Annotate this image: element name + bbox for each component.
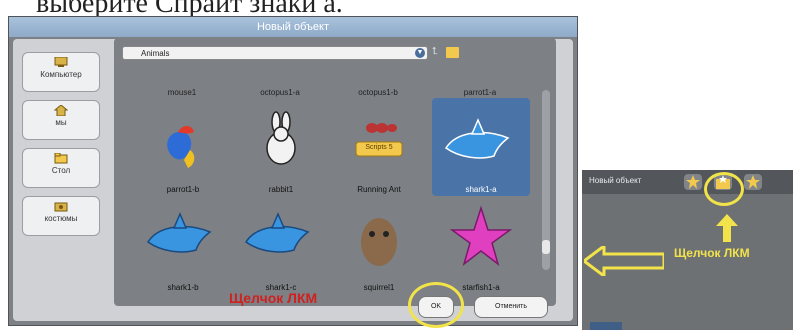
list-item-name: parrot1-b xyxy=(166,185,200,194)
list-item-label: octopus1-a xyxy=(260,88,300,97)
list-item[interactable]: squirrel1 xyxy=(330,196,428,294)
highlight-circle xyxy=(704,172,744,206)
shark-icon xyxy=(146,212,212,253)
list-item[interactable]: rabbit1 xyxy=(232,98,330,196)
cancel-button[interactable]: Отменить xyxy=(474,296,548,318)
computer-icon xyxy=(54,57,68,67)
home-icon xyxy=(54,105,68,116)
dialog-title: Новый объект xyxy=(9,17,577,37)
click-annotation-right: Щелчок ЛКМ xyxy=(674,246,750,260)
folder-select-value: Animals xyxy=(141,49,170,58)
list-item[interactable]: starfish1-a xyxy=(432,196,530,294)
list-item-name: rabbit1 xyxy=(268,185,294,194)
shark-icon xyxy=(244,212,310,253)
list-item-label: parrot1-a xyxy=(463,88,497,97)
list-item-name: shark1-a xyxy=(465,185,497,194)
list-item[interactable]: shark1-c xyxy=(232,196,330,294)
sidebar-item-label: костюмы xyxy=(44,214,78,223)
list-item[interactable]: Scripts 5 Running Ant xyxy=(330,98,428,196)
list-item-label: mouse1 xyxy=(167,88,197,97)
sidebar-item-label: мы xyxy=(55,118,67,127)
new-folder-icon[interactable] xyxy=(446,47,459,58)
folder-select[interactable]: Animals ▼ xyxy=(122,46,428,60)
sidebar-item-computer[interactable]: Компьютер xyxy=(22,52,100,92)
list-item-name: shark1-b xyxy=(167,283,199,292)
arrow-left-icon xyxy=(584,246,664,276)
sidebar-item-desktop[interactable]: Стол xyxy=(22,148,100,188)
list-item-label: octopus1-b xyxy=(358,88,398,97)
new-object-label: Новый объект xyxy=(589,176,642,185)
click-annotation: Щелчок ЛКМ xyxy=(229,290,318,306)
paint-sprite-button[interactable] xyxy=(684,174,702,190)
arrow-up-icon xyxy=(716,214,738,242)
squirrel-icon xyxy=(361,218,397,266)
sidebar-item-costumes[interactable]: костюмы xyxy=(22,196,100,236)
scrollbar-thumb[interactable] xyxy=(542,240,550,254)
scripts-badge: Scripts 5 xyxy=(365,144,393,151)
list-item[interactable]: parrot1-b xyxy=(134,98,232,196)
list-item-name: Running Ant xyxy=(357,185,401,194)
sidebar-item-label: Стол xyxy=(51,166,71,175)
parrot-icon xyxy=(167,126,195,168)
up-folder-icon[interactable]: ⮤ xyxy=(432,46,444,58)
sidebar-item-home[interactable]: мы xyxy=(22,100,100,140)
star-icon xyxy=(686,175,700,189)
sidebar-item-label: Компьютер xyxy=(40,70,82,79)
stage-thumbnail xyxy=(590,322,622,330)
chevron-down-icon: ▼ xyxy=(415,48,425,58)
ant-icon xyxy=(355,123,403,157)
desktop-icon xyxy=(54,153,68,164)
shark-icon xyxy=(444,118,510,159)
list-item[interactable]: shark1-b xyxy=(134,196,232,294)
costumes-icon xyxy=(54,202,68,212)
highlight-circle xyxy=(408,282,464,328)
rabbit-icon xyxy=(266,111,296,165)
question-star-icon xyxy=(746,175,760,189)
starfish-icon xyxy=(449,205,513,266)
list-item-selected[interactable]: shark1-a xyxy=(432,98,530,196)
random-sprite-button[interactable] xyxy=(744,174,762,190)
